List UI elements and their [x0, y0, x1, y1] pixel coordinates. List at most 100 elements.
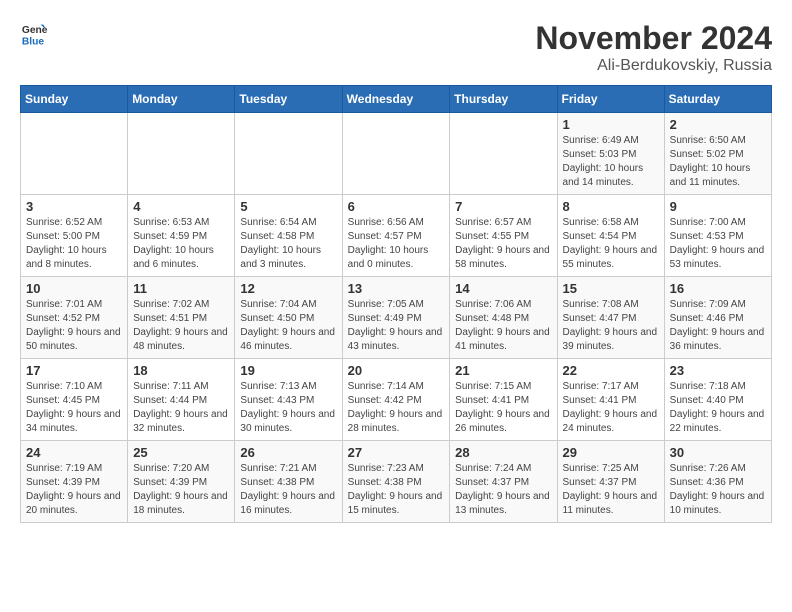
week-row-3: 17 Sunrise: 7:10 AM Sunset: 4:45 PM Dayli… [21, 359, 772, 441]
header-cell-sunday: Sunday [21, 86, 128, 113]
day-info: Sunrise: 6:53 AM Sunset: 4:59 PM Dayligh… [133, 216, 229, 272]
day-cell: 12 Sunrise: 7:04 AM Sunset: 4:50 PM Dayli… [235, 277, 342, 359]
day-cell: 8Sunrise: 6:58 AM Sunset: 4:54 PM Daylig… [557, 195, 664, 277]
day-number: 12 [240, 281, 336, 296]
day-cell [128, 113, 235, 195]
day-info: Sunrise: 7:00 AM Sunset: 4:53 PM Dayligh… [670, 216, 766, 272]
day-number: 3 [26, 199, 122, 214]
day-info: Sunrise: 7:04 AM Sunset: 4:50 PM Dayligh… [240, 298, 336, 354]
day-info: Sunrise: 7:19 AM Sunset: 4:39 PM Dayligh… [26, 462, 122, 518]
day-cell: 21 Sunrise: 7:15 AM Sunset: 4:41 PM Dayli… [450, 359, 557, 441]
day-cell [21, 113, 128, 195]
logo-icon: General Blue [20, 20, 48, 48]
day-cell: 20 Sunrise: 7:14 AM Sunset: 4:42 PM Dayli… [342, 359, 450, 441]
day-number: 20 [348, 363, 445, 378]
day-number: 21 [455, 363, 551, 378]
day-cell: 15Sunrise: 7:08 AM Sunset: 4:47 PM Dayli… [557, 277, 664, 359]
day-number: 26 [240, 445, 336, 460]
day-number: 9 [670, 199, 766, 214]
day-cell: 27Sunrise: 7:23 AM Sunset: 4:38 PM Dayli… [342, 441, 450, 523]
day-cell: 2Sunrise: 6:50 AM Sunset: 5:02 PM Daylig… [664, 113, 771, 195]
day-cell: 30Sunrise: 7:26 AM Sunset: 4:36 PM Dayli… [664, 441, 771, 523]
location-title: Ali-Berdukovskiy, Russia [535, 57, 772, 75]
day-info: Sunrise: 7:11 AM Sunset: 4:44 PM Dayligh… [133, 380, 229, 436]
day-info: Sunrise: 7:20 AM Sunset: 4:39 PM Dayligh… [133, 462, 229, 518]
day-cell: 14 Sunrise: 7:06 AM Sunset: 4:48 PM Dayli… [450, 277, 557, 359]
day-info: Sunrise: 6:52 AM Sunset: 5:00 PM Dayligh… [26, 216, 122, 272]
title-section: November 2024 Ali-Berdukovskiy, Russia [535, 20, 772, 75]
day-info: Sunrise: 6:57 AM Sunset: 4:55 PM Dayligh… [455, 216, 551, 272]
header-cell-monday: Monday [128, 86, 235, 113]
day-number: 17 [26, 363, 122, 378]
day-number: 7 [455, 199, 551, 214]
day-info: Sunrise: 7:25 AM Sunset: 4:37 PM Dayligh… [563, 462, 659, 518]
day-info: Sunrise: 7:02 AM Sunset: 4:51 PM Dayligh… [133, 298, 229, 354]
day-number: 22 [563, 363, 659, 378]
day-cell: 1 Sunrise: 6:49 AM Sunset: 5:03 PM Daylig… [557, 113, 664, 195]
day-cell: 4 Sunrise: 6:53 AM Sunset: 4:59 PM Daylig… [128, 195, 235, 277]
week-row-1: 3 Sunrise: 6:52 AM Sunset: 5:00 PM Daylig… [21, 195, 772, 277]
day-info: Sunrise: 7:09 AM Sunset: 4:46 PM Dayligh… [670, 298, 766, 354]
day-cell: 25 Sunrise: 7:20 AM Sunset: 4:39 PM Dayli… [128, 441, 235, 523]
day-cell: 3 Sunrise: 6:52 AM Sunset: 5:00 PM Daylig… [21, 195, 128, 277]
day-cell: 11Sunrise: 7:02 AM Sunset: 4:51 PM Dayli… [128, 277, 235, 359]
day-number: 15 [563, 281, 659, 296]
day-cell: 10Sunrise: 7:01 AM Sunset: 4:52 PM Dayli… [21, 277, 128, 359]
day-number: 4 [133, 199, 229, 214]
header-cell-wednesday: Wednesday [342, 86, 450, 113]
week-row-2: 10Sunrise: 7:01 AM Sunset: 4:52 PM Dayli… [21, 277, 772, 359]
logo: General Blue [20, 20, 48, 48]
day-cell: 9 Sunrise: 7:00 AM Sunset: 4:53 PM Daylig… [664, 195, 771, 277]
day-cell [235, 113, 342, 195]
week-row-0: 1 Sunrise: 6:49 AM Sunset: 5:03 PM Daylig… [21, 113, 772, 195]
day-number: 28 [455, 445, 551, 460]
day-number: 8 [563, 199, 659, 214]
page-header: General Blue November 2024 Ali-Berdukovs… [20, 20, 772, 75]
day-number: 1 [563, 117, 659, 132]
header-row: SundayMondayTuesdayWednesdayThursdayFrid… [21, 86, 772, 113]
day-info: Sunrise: 7:21 AM Sunset: 4:38 PM Dayligh… [240, 462, 336, 518]
day-number: 6 [348, 199, 445, 214]
day-cell: 18 Sunrise: 7:11 AM Sunset: 4:44 PM Dayli… [128, 359, 235, 441]
header-cell-thursday: Thursday [450, 86, 557, 113]
day-number: 19 [240, 363, 336, 378]
day-number: 18 [133, 363, 229, 378]
day-cell: 19 Sunrise: 7:13 AM Sunset: 4:43 PM Dayli… [235, 359, 342, 441]
day-number: 29 [563, 445, 659, 460]
day-cell: 29 Sunrise: 7:25 AM Sunset: 4:37 PM Dayli… [557, 441, 664, 523]
day-number: 14 [455, 281, 551, 296]
day-number: 25 [133, 445, 229, 460]
day-number: 23 [670, 363, 766, 378]
day-info: Sunrise: 6:49 AM Sunset: 5:03 PM Dayligh… [563, 134, 659, 190]
day-info: Sunrise: 7:17 AM Sunset: 4:41 PM Dayligh… [563, 380, 659, 436]
day-cell: 5 Sunrise: 6:54 AM Sunset: 4:58 PM Daylig… [235, 195, 342, 277]
day-number: 16 [670, 281, 766, 296]
day-cell: 26 Sunrise: 7:21 AM Sunset: 4:38 PM Dayli… [235, 441, 342, 523]
day-info: Sunrise: 6:56 AM Sunset: 4:57 PM Dayligh… [348, 216, 445, 272]
day-info: Sunrise: 7:18 AM Sunset: 4:40 PM Dayligh… [670, 380, 766, 436]
day-number: 27 [348, 445, 445, 460]
day-cell: 24 Sunrise: 7:19 AM Sunset: 4:39 PM Dayli… [21, 441, 128, 523]
day-cell: 22 Sunrise: 7:17 AM Sunset: 4:41 PM Dayli… [557, 359, 664, 441]
day-cell: 13Sunrise: 7:05 AM Sunset: 4:49 PM Dayli… [342, 277, 450, 359]
day-cell [342, 113, 450, 195]
day-number: 30 [670, 445, 766, 460]
day-info: Sunrise: 7:10 AM Sunset: 4:45 PM Dayligh… [26, 380, 122, 436]
day-number: 2 [670, 117, 766, 132]
week-row-4: 24 Sunrise: 7:19 AM Sunset: 4:39 PM Dayli… [21, 441, 772, 523]
day-info: Sunrise: 6:54 AM Sunset: 4:58 PM Dayligh… [240, 216, 336, 272]
day-info: Sunrise: 7:14 AM Sunset: 4:42 PM Dayligh… [348, 380, 445, 436]
day-info: Sunrise: 7:13 AM Sunset: 4:43 PM Dayligh… [240, 380, 336, 436]
month-title: November 2024 [535, 20, 772, 57]
day-number: 13 [348, 281, 445, 296]
day-number: 10 [26, 281, 122, 296]
header-cell-friday: Friday [557, 86, 664, 113]
header-cell-saturday: Saturday [664, 86, 771, 113]
day-number: 5 [240, 199, 336, 214]
day-cell: 17 Sunrise: 7:10 AM Sunset: 4:45 PM Dayli… [21, 359, 128, 441]
day-info: Sunrise: 7:06 AM Sunset: 4:48 PM Dayligh… [455, 298, 551, 354]
svg-text:Blue: Blue [22, 36, 45, 47]
day-cell: 16 Sunrise: 7:09 AM Sunset: 4:46 PM Dayli… [664, 277, 771, 359]
day-info: Sunrise: 7:15 AM Sunset: 4:41 PM Dayligh… [455, 380, 551, 436]
day-number: 24 [26, 445, 122, 460]
